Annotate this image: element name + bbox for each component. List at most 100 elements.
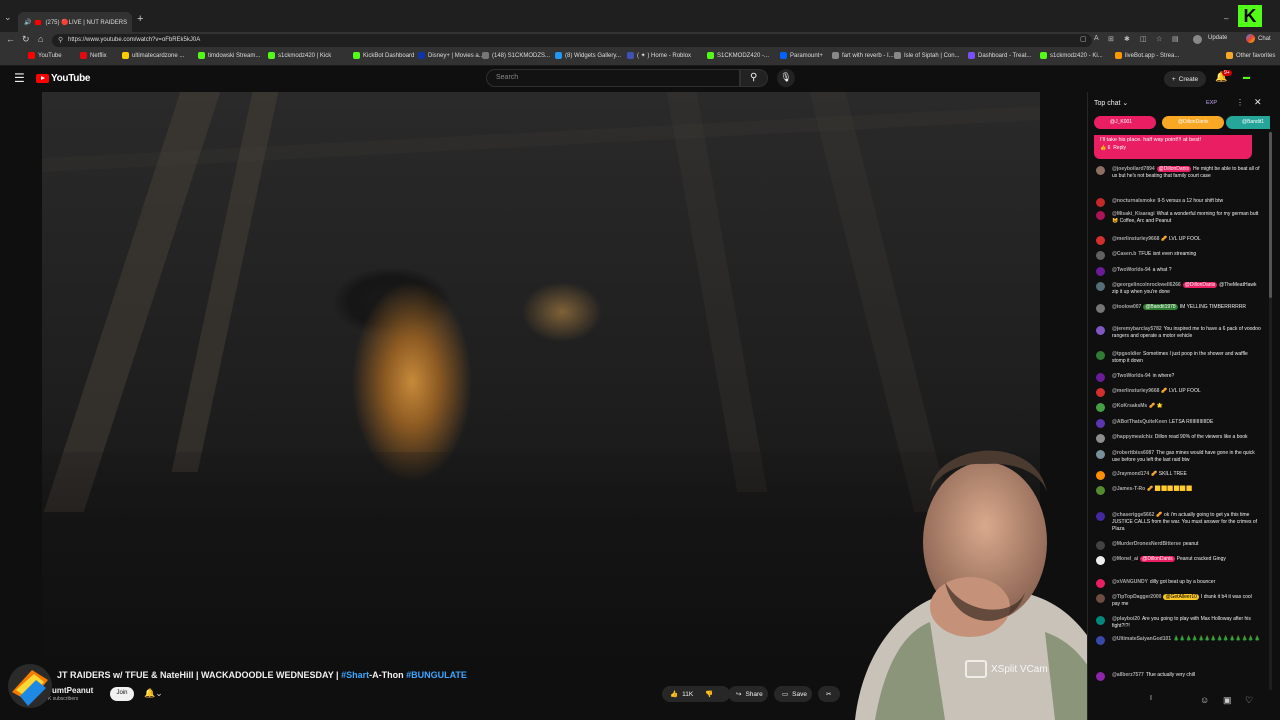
chat-author-name[interactable]: @TipTopDagger2000 bbox=[1112, 594, 1161, 600]
super-chat-ticker-item[interactable]: @DillonDanis bbox=[1162, 116, 1224, 129]
bookmark-item[interactable]: Other favorites bbox=[1226, 52, 1275, 59]
chat-author-avatar[interactable] bbox=[1096, 251, 1105, 260]
chat-message[interactable]: @merlinsturley9668 🥜 LVL UP FOOL bbox=[1093, 236, 1261, 245]
chat-message[interactable]: @TwoWorlds-94 in where? bbox=[1093, 373, 1261, 382]
bookmark-item[interactable]: (8) Widgets Gallery... bbox=[555, 52, 621, 59]
chat-scrollbar[interactable] bbox=[1269, 132, 1272, 700]
chat-author-name[interactable]: @James-T-Ro bbox=[1112, 486, 1145, 492]
chat-author-avatar[interactable] bbox=[1096, 198, 1105, 207]
chat-author-name[interactable]: @UltimateSaiyanGod101 bbox=[1112, 636, 1171, 642]
super-chat-ticker-item[interactable]: @Bandit1 bbox=[1226, 116, 1270, 129]
home-icon[interactable]: ⌂ bbox=[38, 34, 43, 44]
chat-message[interactable]: @joeybollard7894 @DillonDanis He might be … bbox=[1093, 166, 1261, 180]
chat-author-name[interactable]: @jeremybarclay5782 bbox=[1112, 326, 1162, 332]
bookmark-item[interactable]: (148) S1CKMODZS... bbox=[482, 52, 550, 59]
chat-author-name[interactable]: @playboi20 bbox=[1112, 616, 1140, 622]
bookmark-item[interactable]: Disney+ | Movies a... bbox=[418, 52, 484, 59]
youtube-logo-icon[interactable] bbox=[36, 74, 49, 83]
chat-mention[interactable]: @GetAlleer10 bbox=[1163, 594, 1199, 600]
copilot-chat-button[interactable]: Chat bbox=[1246, 34, 1271, 43]
read-aloud-icon[interactable]: A bbox=[1094, 35, 1099, 42]
bookmark-item[interactable]: s1ckmodz420 | Kick bbox=[268, 52, 331, 59]
chat-author-name[interactable]: @KoKrsaksMs bbox=[1112, 403, 1147, 409]
browser-tab-active[interactable]: 🔊 (275) 🔴LIVE | NUT RAIDERS ✕ bbox=[18, 12, 132, 32]
chat-message[interactable]: @chaserigge5662 🥜 ok i'm actually going t… bbox=[1093, 512, 1261, 533]
chat-author-avatar[interactable] bbox=[1096, 211, 1105, 220]
chat-message[interactable]: @georgelincolnrockwell6266 @DillonDanis @T… bbox=[1093, 282, 1261, 296]
bookmark-item[interactable]: Netflix bbox=[80, 52, 107, 59]
chat-author-name[interactable]: @chaserigge5662 bbox=[1112, 512, 1154, 518]
chat-author-avatar[interactable] bbox=[1096, 556, 1105, 565]
chat-message[interactable]: @tpgsoldier Sometimes I just poop in the … bbox=[1093, 351, 1261, 365]
chat-author-avatar[interactable] bbox=[1096, 267, 1105, 276]
new-tab-icon[interactable]: + bbox=[137, 13, 143, 25]
bookmark-item[interactable]: Dashboard - Treat... bbox=[968, 52, 1031, 59]
chat-message[interactable]: @MurderDronesNerdBitterse peanut bbox=[1093, 541, 1261, 550]
chat-author-avatar[interactable] bbox=[1096, 434, 1105, 443]
share-button[interactable]: ↪ Share bbox=[728, 686, 768, 702]
chat-author-name[interactable]: @tpgsoldier bbox=[1112, 351, 1141, 357]
bookmark-item[interactable]: Isle of Siptah | Con... bbox=[894, 52, 960, 59]
bookmark-item[interactable]: Paramount+ bbox=[780, 52, 823, 59]
save-button[interactable]: ▭ Save bbox=[774, 686, 812, 702]
like-dislike-button[interactable]: 👍 11K 👎 bbox=[662, 686, 730, 702]
chat-author-avatar[interactable] bbox=[1096, 373, 1105, 382]
thumbs-down-icon[interactable]: 👎 bbox=[705, 690, 713, 698]
install-app-icon[interactable]: ⊞ bbox=[1108, 35, 1114, 43]
chat-author-name[interactable]: @allberz7577 bbox=[1112, 672, 1144, 678]
close-chat-icon[interactable]: ✕ bbox=[1254, 97, 1262, 108]
chat-message[interactable]: @nocturnalsmoke 9-5 versus a 12 hour shif… bbox=[1093, 198, 1261, 207]
chat-message[interactable]: @Jraymond174 🥜 SKILL TREE bbox=[1093, 471, 1261, 480]
chat-mention[interactable]: @DillonDanis bbox=[1156, 166, 1192, 172]
youtube-logo-text[interactable]: YouTube bbox=[51, 73, 91, 84]
exp-badge[interactable]: EXP bbox=[1206, 100, 1217, 106]
channel-avatar[interactable] bbox=[6, 662, 54, 710]
chat-author-avatar[interactable] bbox=[1096, 403, 1105, 412]
gift-icon[interactable]: ▣ bbox=[1223, 695, 1232, 706]
chat-author-avatar[interactable] bbox=[1096, 388, 1105, 397]
hamburger-menu-icon[interactable]: ☰ bbox=[14, 71, 25, 85]
bookmark-item[interactable]: fart with reverb - I... bbox=[832, 52, 894, 59]
chat-message[interactable]: @KoKrsaksMs 🥜 🌟 bbox=[1093, 403, 1261, 412]
top-chat-dropdown[interactable]: Top chat ⌄ bbox=[1094, 99, 1128, 107]
chat-author-avatar[interactable] bbox=[1096, 672, 1105, 681]
chat-author-name[interactable]: @happymealchiz bbox=[1112, 434, 1153, 440]
chat-message[interactable]: @jeremybarclay5782 You inspired me to hav… bbox=[1093, 326, 1261, 340]
bookmark-item[interactable]: liveBot.app - Strea... bbox=[1115, 52, 1179, 59]
tab-actions-icon[interactable]: ⌄ bbox=[4, 12, 14, 22]
bookmark-item[interactable]: s1ckmodz420 - Ki... bbox=[1040, 52, 1103, 59]
chat-author-name[interactable]: @Misaki_Kisaragi bbox=[1112, 211, 1155, 217]
join-button[interactable]: Join bbox=[110, 687, 134, 701]
site-info-icon[interactable]: ⚲ bbox=[58, 36, 63, 44]
search-input[interactable]: Search bbox=[486, 69, 740, 87]
chat-mention[interactable]: @DillonDanis bbox=[1140, 556, 1175, 562]
minimize-window-icon[interactable]: – bbox=[1224, 14, 1228, 23]
chat-author-avatar[interactable] bbox=[1096, 486, 1105, 495]
account-icon[interactable]: ▬ bbox=[1243, 74, 1250, 81]
chat-message[interactable]: @happymealchiz Dillon read 90% of the vie… bbox=[1093, 434, 1261, 443]
chat-message[interactable]: @merlinsturley9668 🥜 LVL UP FOOL bbox=[1093, 388, 1261, 397]
chat-message[interactable]: @Casen.b TFUE isnt even streaming bbox=[1093, 251, 1261, 260]
chat-author-name[interactable]: @TwoWorlds-94 bbox=[1112, 373, 1151, 379]
profile-avatar[interactable] bbox=[1193, 35, 1202, 44]
chat-message[interactable]: @TipTopDagger2000 @GetAlleer10 I drank it … bbox=[1093, 594, 1261, 608]
close-tab-icon[interactable]: ✕ bbox=[131, 18, 132, 26]
chat-message[interactable]: @toolow007 @Bandit1978 IM YELLING TIMBERRR… bbox=[1093, 304, 1261, 313]
chat-author-name[interactable]: @Monel_ai bbox=[1112, 556, 1138, 562]
chat-author-avatar[interactable] bbox=[1096, 594, 1105, 603]
channel-name[interactable]: umtPeanut bbox=[52, 686, 93, 695]
bookmark-item[interactable]: ultimatecardzone ... bbox=[122, 52, 184, 59]
chat-author-name[interactable]: @xVANGUNDY bbox=[1112, 579, 1148, 585]
chat-author-name[interactable]: @ABotThatsQuiteKeen bbox=[1112, 419, 1167, 425]
bookmark-item[interactable]: YouTube bbox=[28, 52, 62, 59]
chat-author-avatar[interactable] bbox=[1096, 304, 1105, 313]
url-field[interactable]: https://www.youtube.com/watch?v=oFbREk5k… bbox=[52, 34, 1092, 47]
chat-author-name[interactable]: @georgelincolnrockwell6266 bbox=[1112, 282, 1181, 288]
chat-author-avatar[interactable] bbox=[1096, 351, 1105, 360]
favorites-star-icon[interactable]: ☆ bbox=[1156, 35, 1162, 43]
collections-icon[interactable]: ▤ bbox=[1172, 35, 1179, 43]
hashtag-link[interactable]: #BUNGULATE bbox=[406, 670, 467, 680]
chat-mention[interactable]: @DillonDanis bbox=[1182, 282, 1218, 288]
chat-message[interactable]: @allberz7577 Tfue actually very chill bbox=[1093, 672, 1261, 681]
bookmark-item[interactable]: timdowski Stream... bbox=[198, 52, 260, 59]
